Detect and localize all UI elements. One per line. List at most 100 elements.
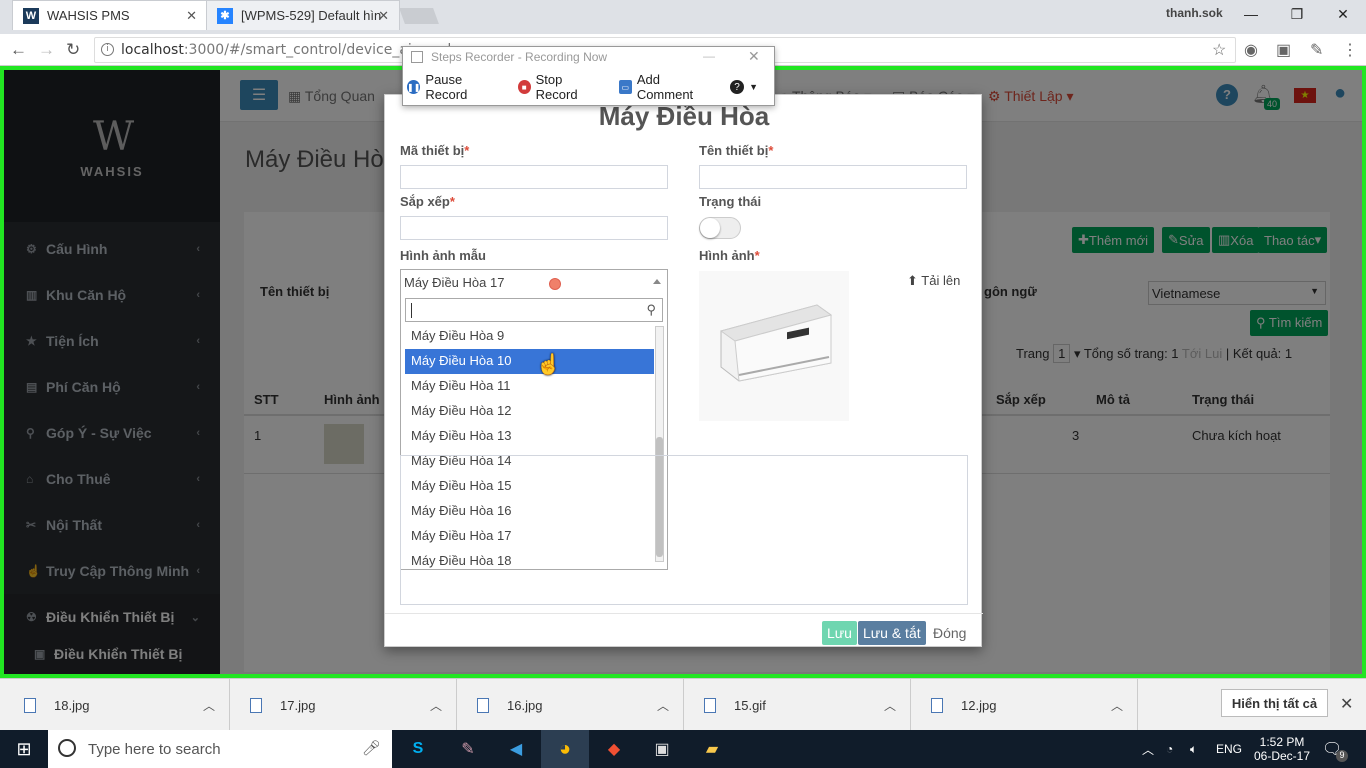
chevron-up-icon[interactable]: ︿ bbox=[430, 697, 442, 714]
code-label-text: Mã thiết bị bbox=[400, 143, 465, 158]
close-tab-icon[interactable]: ✕ bbox=[186, 8, 197, 24]
tab-title: [WPMS-529] Default hìn bbox=[241, 8, 381, 23]
description-textarea[interactable] bbox=[400, 455, 968, 605]
cortana-icon bbox=[58, 739, 76, 757]
code-label: Mã thiết bị* bbox=[400, 143, 470, 158]
download-item[interactable]: 17.jpg ︿ bbox=[230, 679, 457, 731]
hand-cursor-icon: ☝ bbox=[536, 354, 561, 376]
close-downloads-icon[interactable]: ✕ bbox=[1340, 694, 1353, 714]
order-label: Sắp xếp* bbox=[400, 194, 455, 209]
volume-icon[interactable]: 🔈︎ bbox=[1190, 730, 1197, 768]
skype-icon[interactable]: S bbox=[394, 730, 442, 768]
minimize-icon[interactable]: — bbox=[1228, 0, 1274, 28]
pause-record-button[interactable]: ❚❚ Pause Record bbox=[407, 72, 502, 102]
paint-icon[interactable]: ✎ bbox=[444, 730, 492, 768]
forward-icon[interactable]: → bbox=[38, 40, 55, 60]
browser-tab-bar: W WAHSIS PMS ✕ ✱ [WPMS-529] Default hìn … bbox=[0, 0, 1366, 34]
upload-label: Tải lên bbox=[921, 273, 961, 288]
upload-button[interactable]: ⬆ Tải lên bbox=[907, 273, 960, 289]
chevron-up-icon[interactable]: ︿ bbox=[657, 697, 669, 714]
clock[interactable]: 1:52 PM 06-Dec-17 bbox=[1250, 730, 1314, 768]
chevron-up-icon[interactable]: ︿ bbox=[1111, 697, 1123, 714]
device-code-input[interactable] bbox=[400, 165, 668, 189]
steps-recorder-taskbar-icon[interactable]: ▣ bbox=[638, 730, 686, 768]
toggle-knob bbox=[700, 218, 720, 238]
save-close-button[interactable]: Lưu & tắt bbox=[858, 621, 926, 645]
add-comment-button[interactable]: ▭ Add Comment bbox=[618, 72, 714, 102]
air-conditioner-illustration bbox=[719, 304, 833, 382]
info-icon[interactable]: i bbox=[101, 43, 114, 56]
status-label: Trạng thái bbox=[699, 194, 762, 209]
wahsis-favicon: W bbox=[23, 7, 39, 24]
file-explorer-icon[interactable]: ▰ bbox=[688, 730, 736, 768]
language-indicator[interactable]: ENG bbox=[1216, 730, 1242, 768]
microphone-icon[interactable]: 🎤︎ bbox=[362, 739, 381, 757]
windows-start-icon[interactable]: ⊞ bbox=[0, 730, 48, 768]
show-all-downloads-button[interactable]: Hiển thị tất cả bbox=[1221, 689, 1328, 717]
bookmark-star-icon[interactable]: ☆ bbox=[1212, 40, 1226, 60]
chevron-up-icon[interactable]: ︿ bbox=[884, 697, 896, 714]
upload-icon: ⬆ bbox=[907, 273, 922, 288]
device-name-input[interactable] bbox=[699, 165, 967, 189]
download-item[interactable]: 15.gif ︿ bbox=[684, 679, 911, 731]
restore-icon[interactable]: ❐ bbox=[1274, 0, 1320, 28]
close-tab-icon[interactable]: ✕ bbox=[378, 8, 389, 24]
dropdown-option[interactable]: Máy Điều Hòa 13 bbox=[405, 424, 654, 449]
reload-icon[interactable]: ↻ bbox=[66, 40, 80, 60]
download-filename: 17.jpg bbox=[280, 697, 316, 713]
new-tab-button[interactable] bbox=[399, 8, 439, 24]
network-icon[interactable]: ◔ bbox=[1166, 730, 1173, 768]
taskbar-search-box[interactable]: Type here to search 🎤︎ bbox=[48, 730, 392, 768]
status-toggle[interactable] bbox=[699, 217, 741, 239]
tab-title: WAHSIS PMS bbox=[47, 8, 130, 23]
cast-icon[interactable]: ▣ bbox=[1276, 40, 1291, 60]
camera-icon[interactable]: ◉ bbox=[1244, 40, 1258, 60]
recorder-help-button[interactable]: ? ▼ bbox=[730, 80, 758, 94]
git-icon[interactable]: ◆ bbox=[590, 730, 638, 768]
dropdown-option[interactable]: Máy Điều Hòa 12 bbox=[405, 399, 654, 424]
recorder-minimize-icon[interactable]: — bbox=[703, 49, 715, 63]
download-item[interactable]: 16.jpg ︿ bbox=[457, 679, 684, 731]
tab-wahsis[interactable]: W WAHSIS PMS ✕ bbox=[12, 0, 208, 30]
back-icon[interactable]: ← bbox=[10, 40, 27, 60]
dropdown-option[interactable]: Máy Điều Hòa 9 bbox=[405, 324, 654, 349]
action-center-icon[interactable]: 🗨︎ bbox=[1322, 730, 1342, 768]
recorder-app-icon bbox=[411, 51, 423, 63]
sample-image-select[interactable]: Máy Điều Hòa 17 bbox=[400, 269, 668, 295]
extension-icon[interactable]: ✎ bbox=[1310, 40, 1323, 60]
file-icon bbox=[931, 697, 943, 713]
vscode-icon[interactable]: ◀ bbox=[492, 730, 540, 768]
dropdown-search-input[interactable]: ⚲ bbox=[405, 298, 663, 322]
tray-chevron-up-icon[interactable]: ︿ bbox=[1142, 730, 1154, 768]
chrome-icon[interactable]: ◕ bbox=[541, 730, 589, 768]
download-filename: 18.jpg bbox=[54, 697, 90, 713]
file-icon bbox=[250, 697, 262, 713]
image-label: Hình ảnh* bbox=[699, 248, 760, 263]
image-label-text: Hình ảnh bbox=[699, 248, 755, 263]
close-button[interactable]: Đóng bbox=[928, 621, 971, 645]
stop-label: Stop Record bbox=[535, 72, 578, 102]
close-window-icon[interactable]: ✕ bbox=[1320, 0, 1366, 28]
recorder-click-marker bbox=[549, 278, 561, 290]
chevron-up-icon[interactable]: ︿ bbox=[203, 697, 215, 714]
tab-jira[interactable]: ✱ [WPMS-529] Default hìn ✕ bbox=[206, 0, 400, 30]
browser-user[interactable]: thanh.sok bbox=[1166, 6, 1223, 20]
download-item[interactable]: 12.jpg ︿ bbox=[911, 679, 1138, 731]
recorder-close-icon[interactable]: ✕ bbox=[748, 48, 760, 65]
stop-record-button[interactable]: ■ Stop Record bbox=[517, 72, 603, 102]
comment-icon: ▭ bbox=[618, 80, 632, 94]
clock-time: 1:52 PM bbox=[1259, 735, 1305, 749]
recorder-title: Steps Recorder - Recording Now — ✕ bbox=[403, 47, 774, 69]
dropdown-option-highlighted[interactable]: Máy Điều Hòa 10 bbox=[405, 349, 654, 374]
name-label: Tên thiết bị* bbox=[699, 143, 774, 158]
download-item[interactable]: 18.jpg ︿ bbox=[0, 679, 230, 731]
order-input[interactable] bbox=[400, 216, 668, 240]
steps-recorder-window: Steps Recorder - Recording Now — ✕ ❚❚ Pau… bbox=[402, 46, 775, 106]
save-button[interactable]: Lưu bbox=[822, 621, 857, 645]
jira-icon: ✱ bbox=[217, 7, 233, 24]
dropdown-option[interactable]: Máy Điều Hòa 11 bbox=[405, 374, 654, 399]
sample-image-label: Hình ảnh mẫu bbox=[400, 248, 486, 263]
windows-taskbar: ⊞ Type here to search 🎤︎ S ✎ ◀ ◕ ◆ ▣ ▰ ︿… bbox=[0, 730, 1366, 768]
menu-dots-icon[interactable]: ⋮ bbox=[1342, 40, 1358, 60]
caret-down-icon: ▼ bbox=[749, 82, 758, 92]
